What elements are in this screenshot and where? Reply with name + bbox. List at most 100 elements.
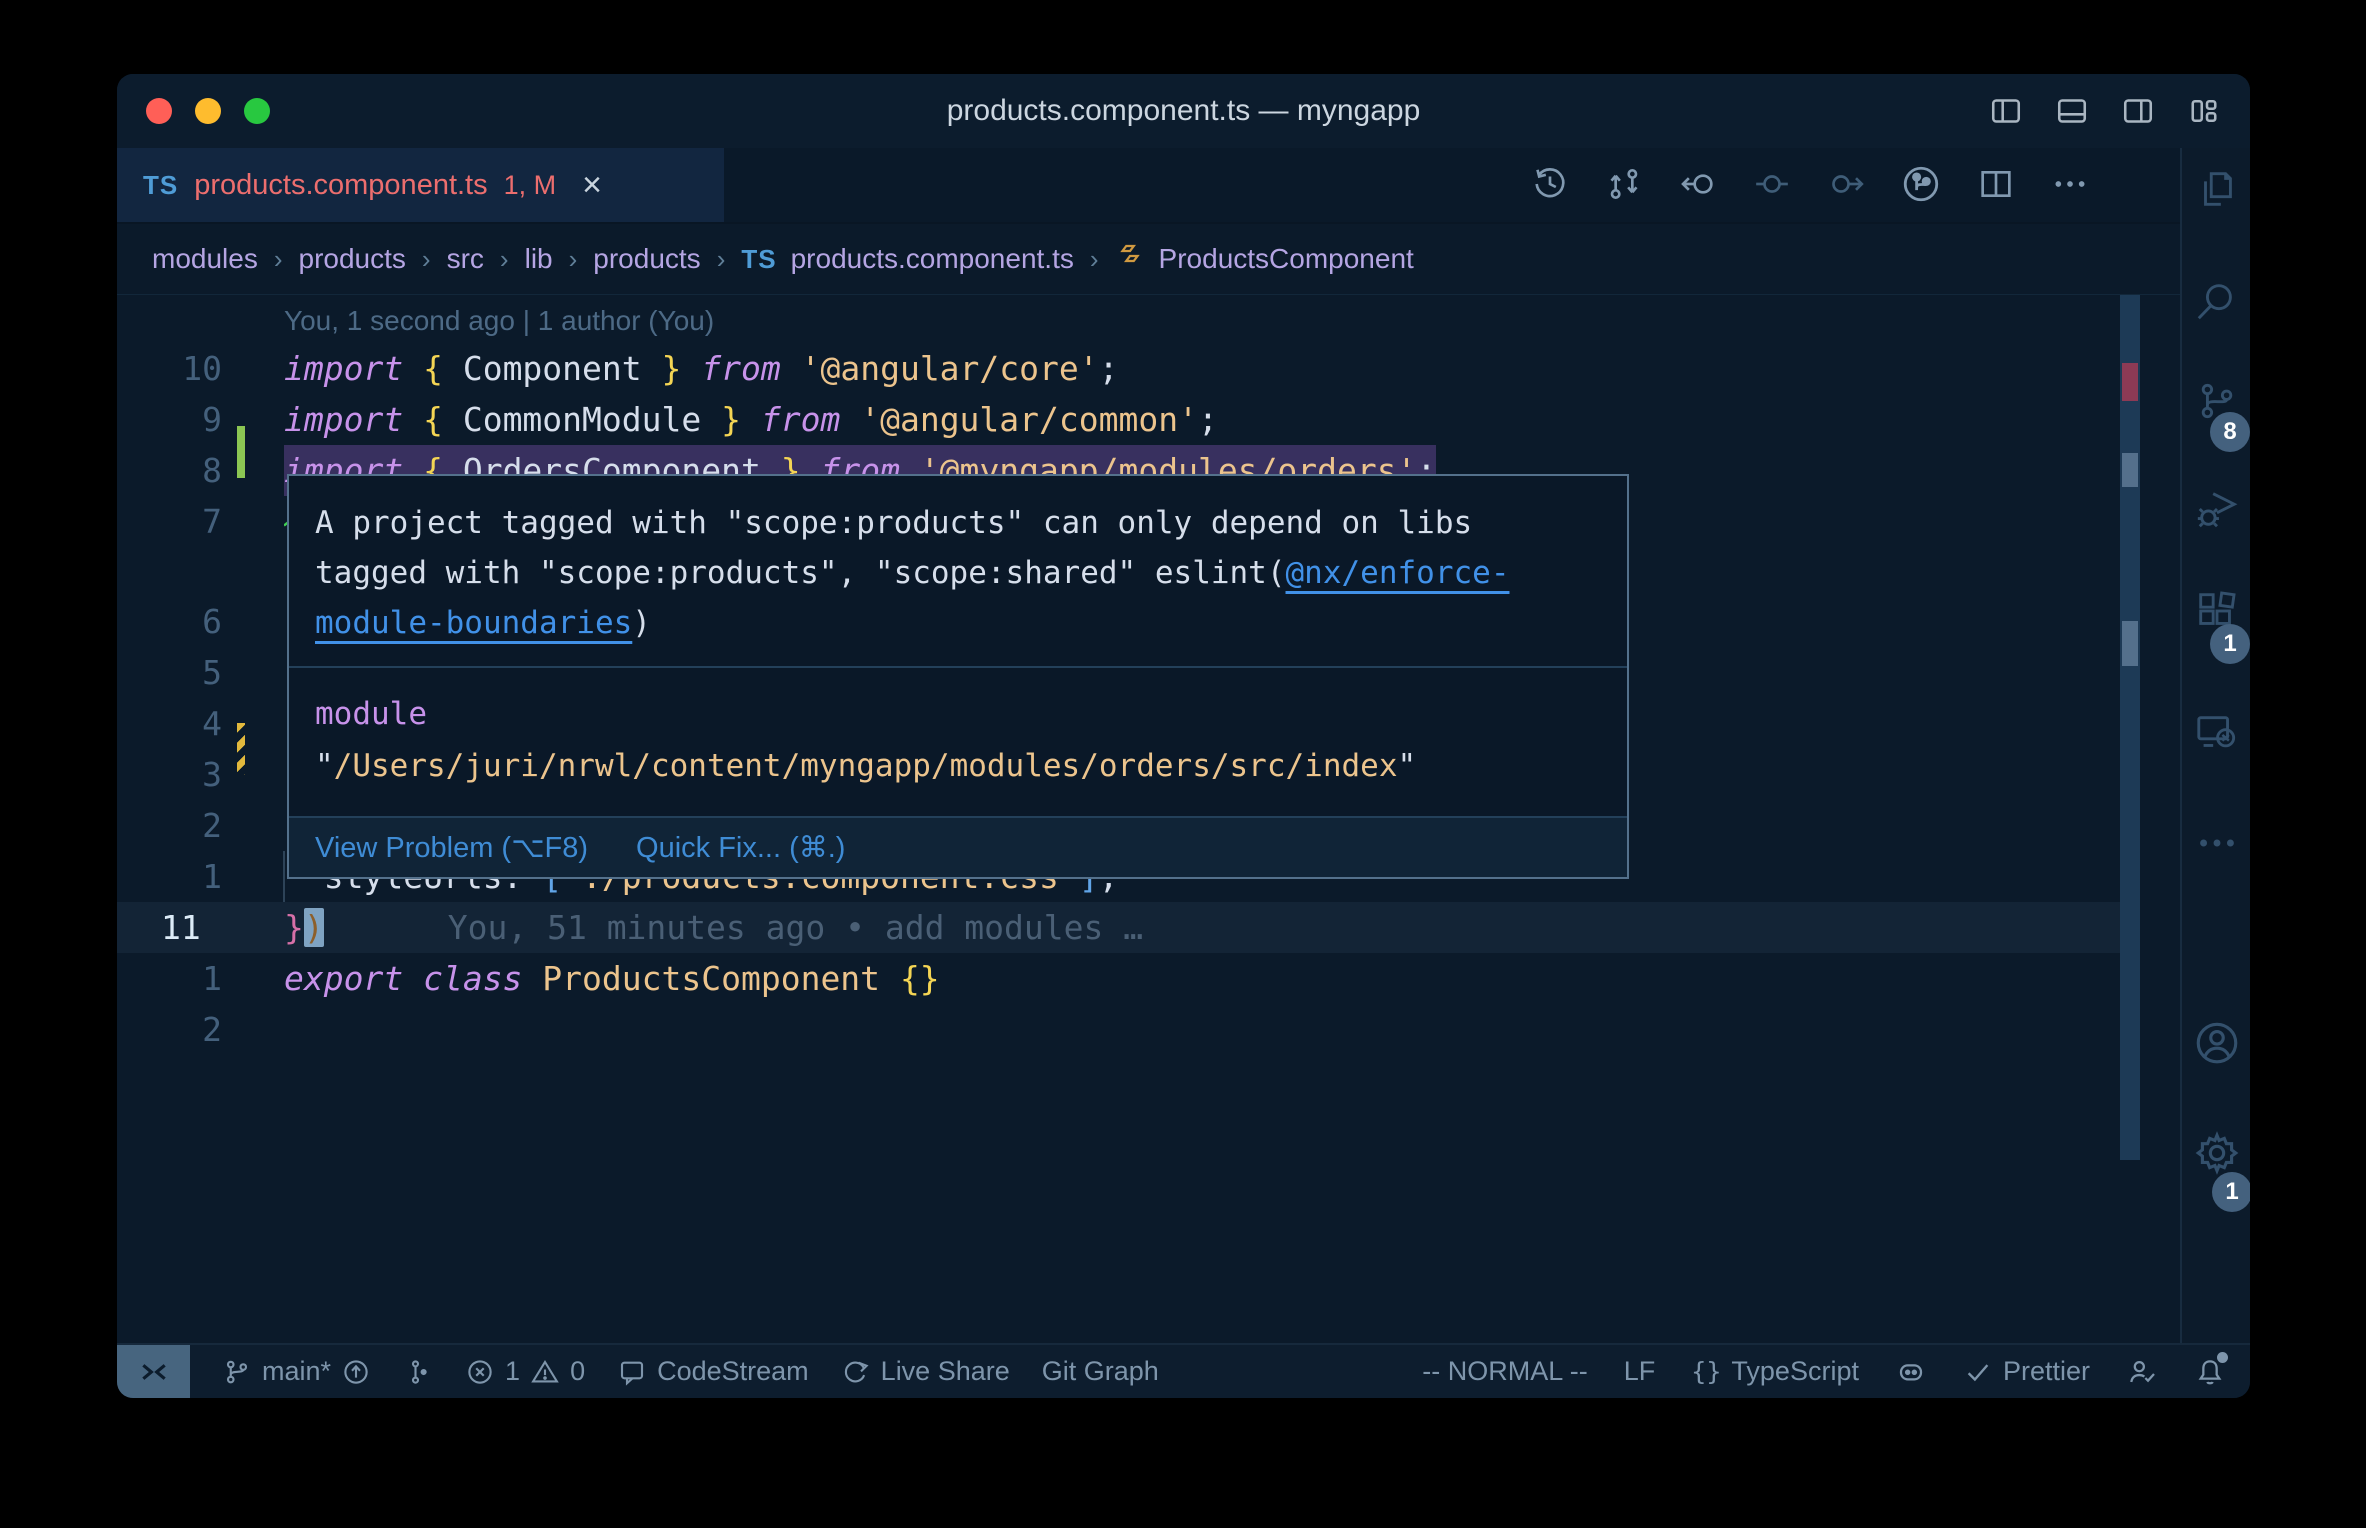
- code-line[interactable]: 9 import { CommonModule } from '@angular/…: [117, 394, 2120, 445]
- codestream-status[interactable]: CodeStream: [617, 1356, 809, 1387]
- line-number: 2: [202, 806, 222, 845]
- code-line[interactable]: 10 import { Component } from '@angular/co…: [117, 343, 2120, 394]
- line-number: 5: [202, 653, 222, 692]
- overview-error-mark: [2122, 363, 2138, 401]
- line-number: 10: [182, 349, 222, 388]
- next-change-icon[interactable]: [1826, 164, 1866, 204]
- status-bar: main* 1 0 CodeStream Live Share Git Grap…: [117, 1343, 2250, 1398]
- close-tab-icon[interactable]: ×: [582, 168, 602, 202]
- code-line[interactable]: 11}) You, 51 minutes ago • add modules …: [117, 902, 2120, 953]
- quick-fix-link[interactable]: Quick Fix... (⌘.): [636, 830, 845, 865]
- run-debug-icon[interactable]: [2182, 486, 2250, 532]
- line-number: 7: [202, 502, 222, 541]
- error-count: 1: [505, 1356, 521, 1386]
- code-line[interactable]: 2: [117, 1004, 2120, 1055]
- settings-gear-icon[interactable]: 1: [2182, 1128, 2250, 1212]
- warning-count: 0: [570, 1356, 586, 1386]
- more-actions-icon[interactable]: [2050, 164, 2090, 204]
- problems-status[interactable]: 1 0: [465, 1356, 585, 1387]
- window-title: products.component.ts — myngapp: [946, 94, 1421, 127]
- tab-products-component[interactable]: TS products.component.ts 1, M ×: [117, 148, 724, 222]
- breadcrumb-folder[interactable]: products: [593, 243, 700, 275]
- toggle-panel-icon[interactable]: [2054, 93, 2090, 129]
- code-tokens: }) You, 51 minutes ago • add modules …: [284, 908, 1144, 947]
- eol-status[interactable]: LF: [1624, 1356, 1656, 1387]
- overview-cursor-mark: [2122, 621, 2138, 666]
- prettier-status[interactable]: Prettier: [1963, 1356, 2090, 1387]
- toggle-secondary-sidebar-icon[interactable]: [2120, 93, 2156, 129]
- breadcrumb-folder[interactable]: lib: [525, 243, 553, 275]
- view-problem-link[interactable]: View Problem (⌥F8): [315, 830, 588, 865]
- gitlens-graph-icon[interactable]: [1900, 163, 1942, 205]
- account-status-icon[interactable]: [2126, 1356, 2158, 1388]
- source-control-icon[interactable]: 8: [2182, 378, 2250, 452]
- breadcrumb-folder[interactable]: src: [447, 243, 484, 275]
- publish-changes-icon: [344, 1359, 368, 1384]
- line-number: 8: [202, 451, 222, 490]
- notification-dot: [2217, 1351, 2228, 1363]
- remote-explorer-icon[interactable]: [2182, 710, 2250, 756]
- tab-bar: TS products.component.ts 1, M ×: [117, 148, 2180, 224]
- problem-message: A project tagged with "scope:products" c…: [315, 505, 1510, 641]
- notifications-bell-icon[interactable]: [2194, 1351, 2228, 1388]
- minimize-window-button[interactable]: [195, 98, 221, 124]
- breadcrumb-file[interactable]: products.component.ts: [791, 243, 1074, 275]
- title-bar: products.component.ts — myngapp: [117, 74, 2250, 148]
- previous-change-icon[interactable]: [1752, 164, 1792, 204]
- breadcrumb-separator: ›: [273, 243, 283, 274]
- local-history-icon[interactable]: [1530, 164, 1570, 204]
- branch-name: main*: [262, 1356, 332, 1386]
- vim-mode-status[interactable]: -- NORMAL --: [1422, 1356, 1587, 1387]
- breadcrumb: modules › products › src › lib › product…: [117, 224, 2180, 295]
- code-tokens: import { CommonModule } from '@angular/c…: [284, 400, 1218, 439]
- breadcrumb-separator: ›: [1089, 243, 1099, 274]
- gutter-added-marker: [237, 426, 245, 478]
- extensions-badge: 1: [2210, 624, 2250, 664]
- search-icon[interactable]: [2182, 278, 2250, 324]
- toggle-sidebar-icon[interactable]: [1988, 93, 2024, 129]
- live-share-status[interactable]: Live Share: [841, 1356, 1010, 1387]
- typescript-file-icon: TS: [741, 243, 777, 274]
- braces-icon: {}: [1691, 1357, 1722, 1386]
- eslint-rule-link[interactable]: module-boundaries: [315, 605, 632, 641]
- compare-changes-icon[interactable]: [1604, 164, 1644, 204]
- language-status[interactable]: {} TypeScript: [1691, 1356, 1859, 1387]
- zoom-window-button[interactable]: [244, 98, 270, 124]
- previous-change-active-icon[interactable]: [1678, 164, 1718, 204]
- explorer-icon[interactable]: [2182, 166, 2250, 212]
- problem-hover-popup: A project tagged with "scope:products" c…: [287, 474, 1629, 879]
- extensions-icon[interactable]: 1: [2182, 588, 2250, 664]
- copilot-status-icon[interactable]: [1895, 1356, 1927, 1388]
- git-branch-status[interactable]: main*: [222, 1356, 371, 1387]
- line-number: 6: [202, 602, 222, 641]
- breadcrumb-symbol[interactable]: ProductsComponent: [1159, 243, 1414, 275]
- line-number: 3: [202, 755, 222, 794]
- typescript-file-icon: TS: [143, 169, 179, 200]
- accounts-icon[interactable]: [2182, 1018, 2250, 1068]
- editor-actions: [1530, 148, 2090, 220]
- code-line[interactable]: 1 export class ProductsComponent {}: [117, 953, 2120, 1004]
- code-editor[interactable]: You, 1 second ago | 1 author (You) 10 imp…: [117, 295, 2180, 1343]
- eslint-rule-link[interactable]: @nx/enforce-: [1286, 555, 1510, 591]
- more-views-icon[interactable]: [2182, 820, 2250, 866]
- scrollbar-overview-ruler[interactable]: [2120, 295, 2180, 1343]
- split-editor-icon[interactable]: [1976, 164, 2016, 204]
- remote-indicator[interactable]: [117, 1345, 190, 1398]
- line-number: 9: [202, 400, 222, 439]
- tab-problem-badge: 1, M: [503, 169, 557, 200]
- git-graph-status[interactable]: Git Graph: [1042, 1356, 1159, 1387]
- code-tokens: export class ProductsComponent {}: [284, 959, 940, 998]
- tab-label: products.component.ts: [194, 168, 488, 201]
- overview-selection-mark: [2122, 453, 2138, 487]
- gitlens-status-icon[interactable]: [403, 1357, 433, 1387]
- breadcrumb-folder[interactable]: modules: [152, 243, 258, 275]
- breadcrumb-folder[interactable]: products: [299, 243, 406, 275]
- scrollbar-thumb[interactable]: [2120, 295, 2140, 1160]
- close-window-button[interactable]: [146, 98, 172, 124]
- customize-layout-icon[interactable]: [2186, 93, 2222, 129]
- text-cursor: ): [303, 908, 324, 947]
- gutter-modified-marker: [237, 723, 245, 775]
- line-number: 1: [202, 857, 222, 896]
- traffic-lights: [146, 98, 270, 124]
- line-number: 4: [202, 704, 222, 743]
